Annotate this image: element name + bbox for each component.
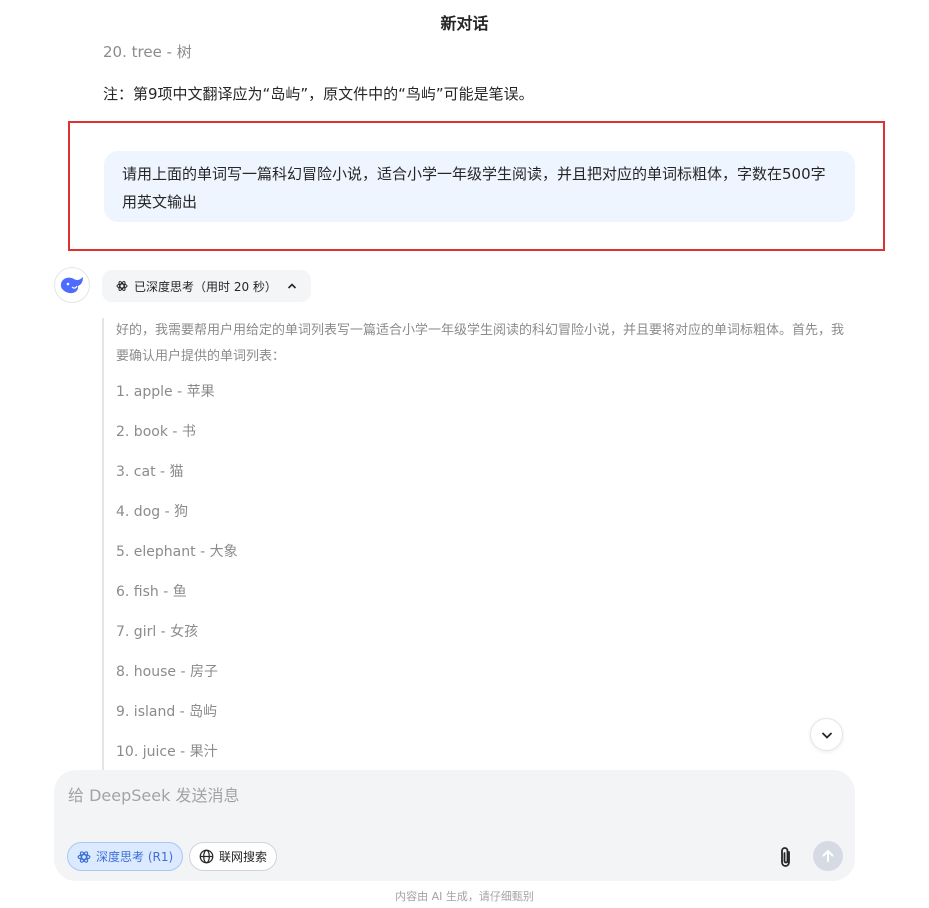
list-item: 3. cat - 猫 <box>116 464 184 480</box>
attach-file-button[interactable] <box>772 843 800 871</box>
ai-disclaimer: 内容由 AI 生成，请仔细甄别 <box>395 890 534 903</box>
thinking-word-list: 1. apple - 苹果 2. book - 书 3. cat - 猫 4. … <box>116 384 852 772</box>
deepseek-whale-logo <box>60 277 83 294</box>
chevron-up-icon <box>287 283 296 289</box>
message-input[interactable] <box>68 782 828 828</box>
atom-icon <box>77 850 91 863</box>
message-composer: 深度思考 (R1) 联网搜索 <box>54 770 855 881</box>
thinking-toggle-button[interactable]: 已深度思考（用时 20 秒） <box>102 270 311 302</box>
list-item: 5. elephant - 大象 <box>116 544 238 560</box>
thinking-intro: 好的，我需要帮用户用给定的单词列表写一篇适合小学一年级学生阅读的科幻冒险小说，并… <box>116 323 845 364</box>
page-title: 新对话 <box>440 14 489 33</box>
send-button[interactable] <box>813 841 843 871</box>
list-item: 2. book - 书 <box>116 424 196 440</box>
paperclip-icon <box>781 847 790 867</box>
assistant-avatar <box>54 267 90 303</box>
globe-icon <box>199 849 214 864</box>
list-item: 9. island - 岛屿 <box>116 704 218 720</box>
list-item: 1. apple - 苹果 <box>116 384 215 400</box>
list-item: 10. juice - 果汁 <box>116 744 218 760</box>
chevron-down-icon <box>821 731 832 739</box>
thinking-content: 好的，我需要帮用户用给定的单词列表写一篇适合小学一年级学生阅读的科幻冒险小说，并… <box>102 318 852 772</box>
list-item: 8. house - 房子 <box>116 664 218 680</box>
user-message-bubble: 请用上面的单词写一篇科幻冒险小说，适合小学一年级学生阅读，并且把对应的单词标粗体… <box>104 151 855 222</box>
atom-icon <box>116 281 128 291</box>
deep-think-label: 深度思考 (R1) <box>96 850 174 864</box>
list-item: 7. girl - 女孩 <box>116 624 199 640</box>
arrow-up-icon <box>822 850 834 862</box>
list-item: 4. dog - 狗 <box>116 504 189 520</box>
scroll-to-bottom-button[interactable] <box>810 718 843 751</box>
web-search-toggle[interactable]: 联网搜索 <box>189 842 278 871</box>
previous-list-item: 20. tree - 树 <box>103 43 192 61</box>
deep-think-toggle[interactable]: 深度思考 (R1) <box>67 842 184 871</box>
web-search-label: 联网搜索 <box>219 850 268 864</box>
thinking-toggle-label: 已深度思考（用时 20 秒） <box>134 279 277 294</box>
list-item: 6. fish - 鱼 <box>116 584 187 600</box>
previous-note: 注：第9项中文翻译应为“岛屿”，原文件中的“鸟屿”可能是笔误。 <box>103 85 534 103</box>
